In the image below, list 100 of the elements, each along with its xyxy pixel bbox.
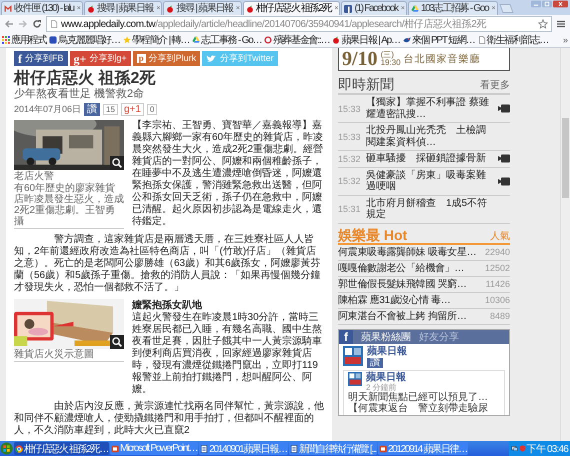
- ad-venue: 台北國家音樂廳: [404, 52, 481, 66]
- page-name-link[interactable]: 蘋果日報: [366, 372, 406, 382]
- logo-glyph: p: [136, 54, 146, 63]
- taskbar-button[interactable]: 20140901蘋果日報…: [199, 442, 288, 455]
- news-link[interactable]: 陳柏霖 應31歲沒心情 毒…: [338, 293, 450, 307]
- view-count: 11426: [486, 279, 510, 289]
- apple-icon: [166, 4, 174, 12]
- bookmark-item[interactable]: 學程簡介 | 轉…: [122, 33, 190, 47]
- like-button[interactable]: g+1: [120, 103, 144, 116]
- address-field[interactable]: www.appledaily.com.tw/appledaily/article/headline/20140706/35940941/applesearch/柑仔店惡火祖孫2死: [46, 16, 552, 32]
- ad-weekday: (三): [380, 51, 395, 59]
- bookmark-item[interactable]: 來個 PPT 短網…: [402, 33, 475, 47]
- bookmark-item[interactable]: 蘋果日報 | Ap…: [332, 33, 400, 47]
- news-link[interactable]: 北投丹鳳山光禿禿 土檢調閱建案資料偵…: [366, 125, 494, 148]
- document-icon: [200, 444, 208, 452]
- like-count: 15: [103, 104, 118, 115]
- news-time: 15:31: [338, 204, 362, 214]
- news-link[interactable]: 北市府月餅稽查 1成5不符規定: [366, 198, 494, 220]
- network-icon[interactable]: [510, 445, 518, 452]
- menu-icon[interactable]: [556, 19, 566, 29]
- scrollbar-thumb[interactable]: [562, 118, 569, 198]
- like-button[interactable]: 讚: [84, 103, 100, 116]
- forward-icon[interactable]: [18, 19, 28, 29]
- section-heading: 嬤緊抱孫女趴地: [132, 299, 203, 312]
- newspaper-logo-icon: [348, 372, 362, 386]
- back-icon[interactable]: [4, 19, 14, 29]
- url-text: www.appledaily.com.tw/appledaily/article/headline/20140706/35940941/applesearch/柑仔店惡火祖孫2死: [61, 18, 488, 31]
- mail-icon: [4, 4, 12, 12]
- news-link[interactable]: 吳健豪談「房東」吸毒案難過哽咽: [366, 170, 494, 192]
- chrome-logo-icon: [15, 444, 23, 452]
- minimize-icon[interactable]: [531, 0, 541, 8]
- news-link[interactable]: 嘎嘎倫數謝老公「給機會」…: [338, 261, 464, 275]
- view-count: 8489: [490, 311, 510, 321]
- news-link[interactable]: 何震東吸毒露龔師妹 吸毒女星…: [338, 245, 476, 259]
- taskbar-button[interactable]: 柑仔店惡火 祖孫2死…: [14, 442, 110, 455]
- article-date: 2014年07月06日: [14, 103, 82, 116]
- news-link[interactable]: 砸車騷擾 採砸鎖證據骨新: [366, 153, 494, 164]
- newspaper-logo-icon: [343, 346, 363, 366]
- post-time: 2 分鐘前: [366, 382, 397, 392]
- article-title: 柑仔店惡火 祖孫2死: [14, 69, 156, 88]
- bookmark-star-icon[interactable]: [538, 19, 548, 29]
- taskbar-button[interactable]: 新聞自律執行備覽 [...: [288, 442, 377, 455]
- apple-icon: [86, 4, 95, 12]
- article-paragraph: 警方調查，這家雜貨店是兩層透天厝，在三姓寮社區人人皆知，2年前還經政府改造為社區特色商店，叫「(竹敢)仔店」（雜貨店之意）。死亡的是老闆阿公廖勝雄（63歲）和其6歲孫女，阿嬤廖黃芬蘭（56歲）和5歲孫子重傷。搶救的消防人員說：「如果再慢個幾分鐘才發現失火，恐怕一個都救不活了。」: [14, 234, 322, 294]
- maximize-icon[interactable]: [542, 0, 552, 8]
- news-link[interactable]: 【獨家】掌握不利事證 蔡雖耀遭密訊搜…: [366, 97, 494, 120]
- bookmark-item[interactable]: 衛生福利部志…: [478, 33, 548, 47]
- share-button[interactable]: p 分享到Plurk: [132, 51, 200, 66]
- apple-icon: [246, 4, 254, 12]
- page-name-link[interactable]: 蘋果日報: [367, 346, 407, 356]
- video-camera-icon: [498, 176, 510, 186]
- widget-tab[interactable]: 蘋果粉絲團: [361, 330, 411, 344]
- logo-glyph: f: [18, 52, 22, 64]
- news-link[interactable]: 阿東湛台不會被上銬 拘留所…: [338, 309, 467, 323]
- clock: 下午 03:46: [526, 442, 568, 456]
- bookmark-item[interactable]: 志工事務 - Go…: [192, 33, 262, 47]
- caption-title: 老店火警: [14, 171, 55, 183]
- view-count: 10306: [484, 295, 510, 305]
- new-tab-button[interactable]: [498, 4, 514, 13]
- section-title: 娛樂最 Hot: [338, 226, 408, 242]
- triangle-logo-icon: [192, 36, 200, 44]
- apple-icon: [332, 36, 340, 44]
- post-text: 明天新聞焦點已經可以預見了…: [348, 392, 489, 402]
- share-button[interactable]: g+ 分享到g+: [70, 51, 131, 66]
- taskbar-button[interactable]: Microsoft PowerPoint…: [110, 442, 198, 455]
- ad-date: 9/10: [342, 49, 378, 69]
- scrollbar[interactable]: [560, 48, 570, 441]
- bookmark-item[interactable]: 殯葬基金會::…: [264, 33, 330, 47]
- section-title: 即時新聞: [338, 76, 394, 92]
- close-icon[interactable]: [553, 0, 568, 8]
- view-count: 12502: [484, 263, 510, 273]
- share-button[interactable]: f 分享到FB: [14, 51, 68, 66]
- taskbar-button[interactable]: 20120914 蘋果日律…: [378, 442, 468, 455]
- article-paragraph: 【李宗祐、王智勇、寶智華／嘉義報導】嘉義縣六腳鄉一家有60年歷史的雜貨店，昨凌晨突然發生大火，造成2死2重傷悲劇。經營雜貨店的一對阿公、阿嬤和兩個稚齡孫子，在睡夢中不及逃生遭濃煙嗆倒昏迷，阿嬤還緊抱孫女保護，警消雖緊急救出送醫，但阿公和孫女回天乏術，孫子仍在急救中，阿嬤已清醒。起火原因初步認為是電線走火，還待鑑定。: [132, 120, 324, 228]
- start-button[interactable]: [0, 442, 13, 455]
- bookmark-item[interactable]: 烏克麗麗唱好…: [49, 33, 120, 47]
- document-icon: [290, 444, 298, 452]
- magnifier-icon[interactable]: [110, 335, 124, 349]
- article-paragraph: 由於店內沒反應，黃宗源連忙找兩名同伴幫忙，黃宗源說，他和同伴不顧濃煙嗆人，使勁撬鐵捲門和用手拍打，但都叫不醒裡面的人，不久消防車趕到，此時大火已直竄2: [14, 401, 324, 437]
- news-time: 15:33: [338, 132, 362, 142]
- apps-grid-icon: [2, 36, 10, 44]
- logo-glyph: g+: [74, 52, 86, 64]
- news-time: 15:33: [338, 104, 362, 114]
- more-bookmarks-button[interactable]: »: [562, 35, 568, 45]
- reload-icon[interactable]: [32, 19, 42, 29]
- article-paragraph: 這起火警發生在昨凌晨1時30分許，當時三姓寮居民都已入睡，有幾名高職、國中生熬夜看世足賽，因肚子餓其中一人黃宗源騎車到便利商店買消夜，回家經過廖家雜貨店時，發現有濃煙從鐵捲門竄出，立即打119報警並上前拍打鐵捲門，想叫醒阿公、阿嬤。: [132, 312, 323, 396]
- photo-caption: 雜貨店火災示意圖: [14, 349, 124, 362]
- video-camera-icon: [498, 154, 510, 164]
- more-link[interactable]: 看更多: [480, 78, 510, 92]
- page-icon: [478, 36, 486, 44]
- square-logo-icon: [344, 4, 352, 12]
- magnifier-icon[interactable]: [110, 156, 124, 170]
- column-label: 人氣: [490, 230, 510, 242]
- news-time: 15:32: [338, 154, 362, 164]
- view-count: 22940: [484, 247, 510, 257]
- article-subtitle: 少年熬夜看世足 機警救2命: [14, 88, 146, 101]
- post-text: 【何震東返台 警立刻帶走驗尿: [348, 402, 489, 414]
- page-icon: [50, 20, 58, 28]
- bookmark-item[interactable]: 應用程式: [2, 33, 46, 47]
- news-link[interactable]: 郭世倫假長髮妹飛韓國 哭窮…: [338, 277, 467, 291]
